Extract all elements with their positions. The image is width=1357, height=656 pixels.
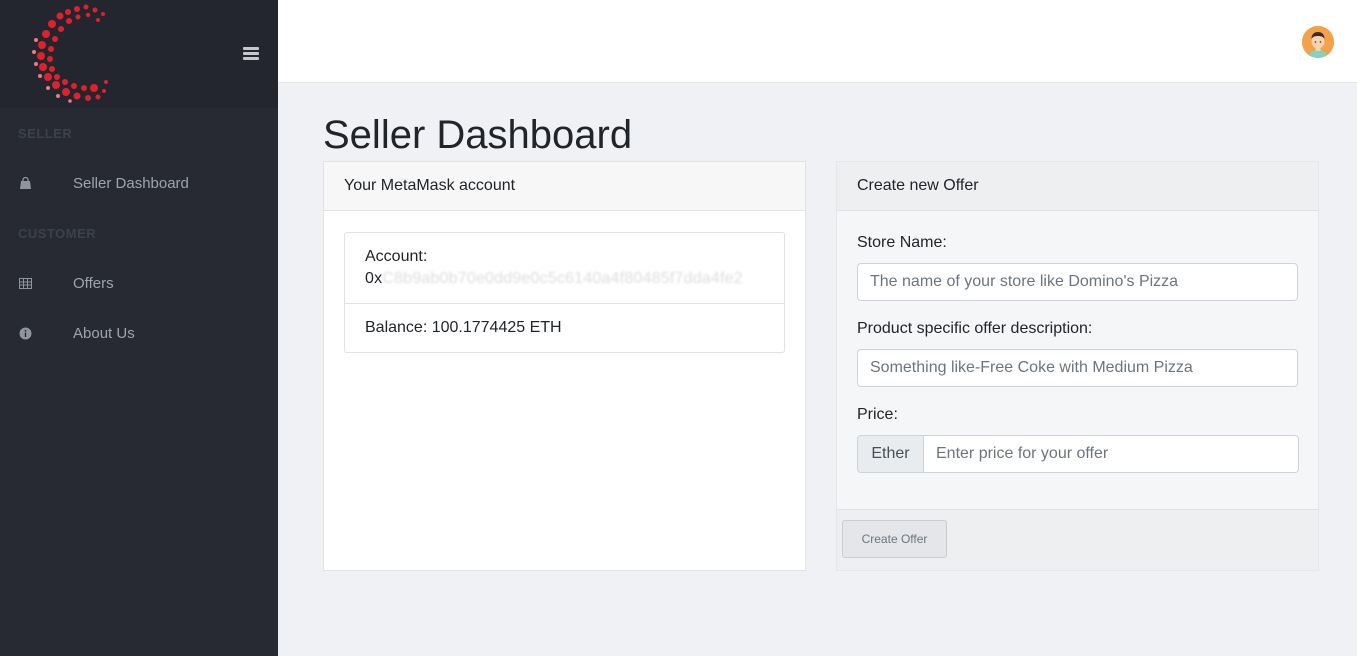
sidebar-item-seller-dashboard[interactable]: Seller Dashboard [0, 163, 278, 203]
account-address: 0xC8b9ab0b70e0dd9e0c5c6140a4f80485f7dda4… [365, 268, 764, 290]
price-label: Price: [857, 406, 898, 423]
store-name-label: Store Name: [857, 234, 947, 251]
address-prefix: 0x [365, 270, 383, 287]
create-offer-card: Create new Offer Store Name: Product spe… [836, 161, 1319, 571]
account-label: Account: [365, 248, 428, 265]
account-list: Account: 0xC8b9ab0b70e0dd9e0c5c6140a4f80… [344, 232, 785, 353]
sidebar-toggle-icon[interactable] [243, 47, 259, 61]
create-offer-button[interactable]: Create Offer [842, 520, 947, 558]
nav-section-customer: CUSTOMER [18, 226, 97, 241]
account-item: Account: 0xC8b9ab0b70e0dd9e0c5c6140a4f80… [345, 233, 784, 303]
bag-icon [18, 176, 32, 190]
page-title: Seller Dashboard [323, 113, 633, 157]
ether-prepend: Ether [857, 435, 924, 473]
card-footer: Create Offer [837, 509, 1318, 570]
top-bar [278, 0, 1357, 83]
address-redacted: C8b9ab0b70e0dd9e0c5c6140a4f80485f7dda4fe… [382, 270, 743, 287]
balance-item: Balance: 100.1774425 ETH [345, 303, 784, 352]
sidebar-item-label: Seller Dashboard [73, 174, 189, 192]
metamask-account-card: Your MetaMask account Account: 0xC8b9ab0… [323, 161, 806, 571]
sidebar-header [0, 0, 278, 108]
brand-logo [32, 4, 108, 103]
table-icon [18, 276, 32, 290]
offer-description-input[interactable] [857, 349, 1298, 387]
sidebar-item-label: Offers [73, 274, 114, 292]
user-avatar-icon[interactable] [1302, 26, 1334, 58]
sidebar-item-label: About Us [73, 324, 135, 342]
nav-section-seller: SELLER [18, 126, 73, 141]
card-header: Create new Offer [837, 162, 1318, 211]
store-name-input[interactable] [857, 263, 1298, 301]
card-header: Your MetaMask account [324, 162, 805, 211]
offer-description-label: Product specific offer description: [857, 320, 1093, 337]
price-input[interactable] [923, 435, 1299, 473]
sidebar: SELLER Seller Dashboard CUSTOMER Offers … [0, 0, 278, 656]
sidebar-item-about-us[interactable]: About Us [0, 313, 278, 353]
info-icon [18, 326, 32, 340]
sidebar-item-offers[interactable]: Offers [0, 263, 278, 303]
